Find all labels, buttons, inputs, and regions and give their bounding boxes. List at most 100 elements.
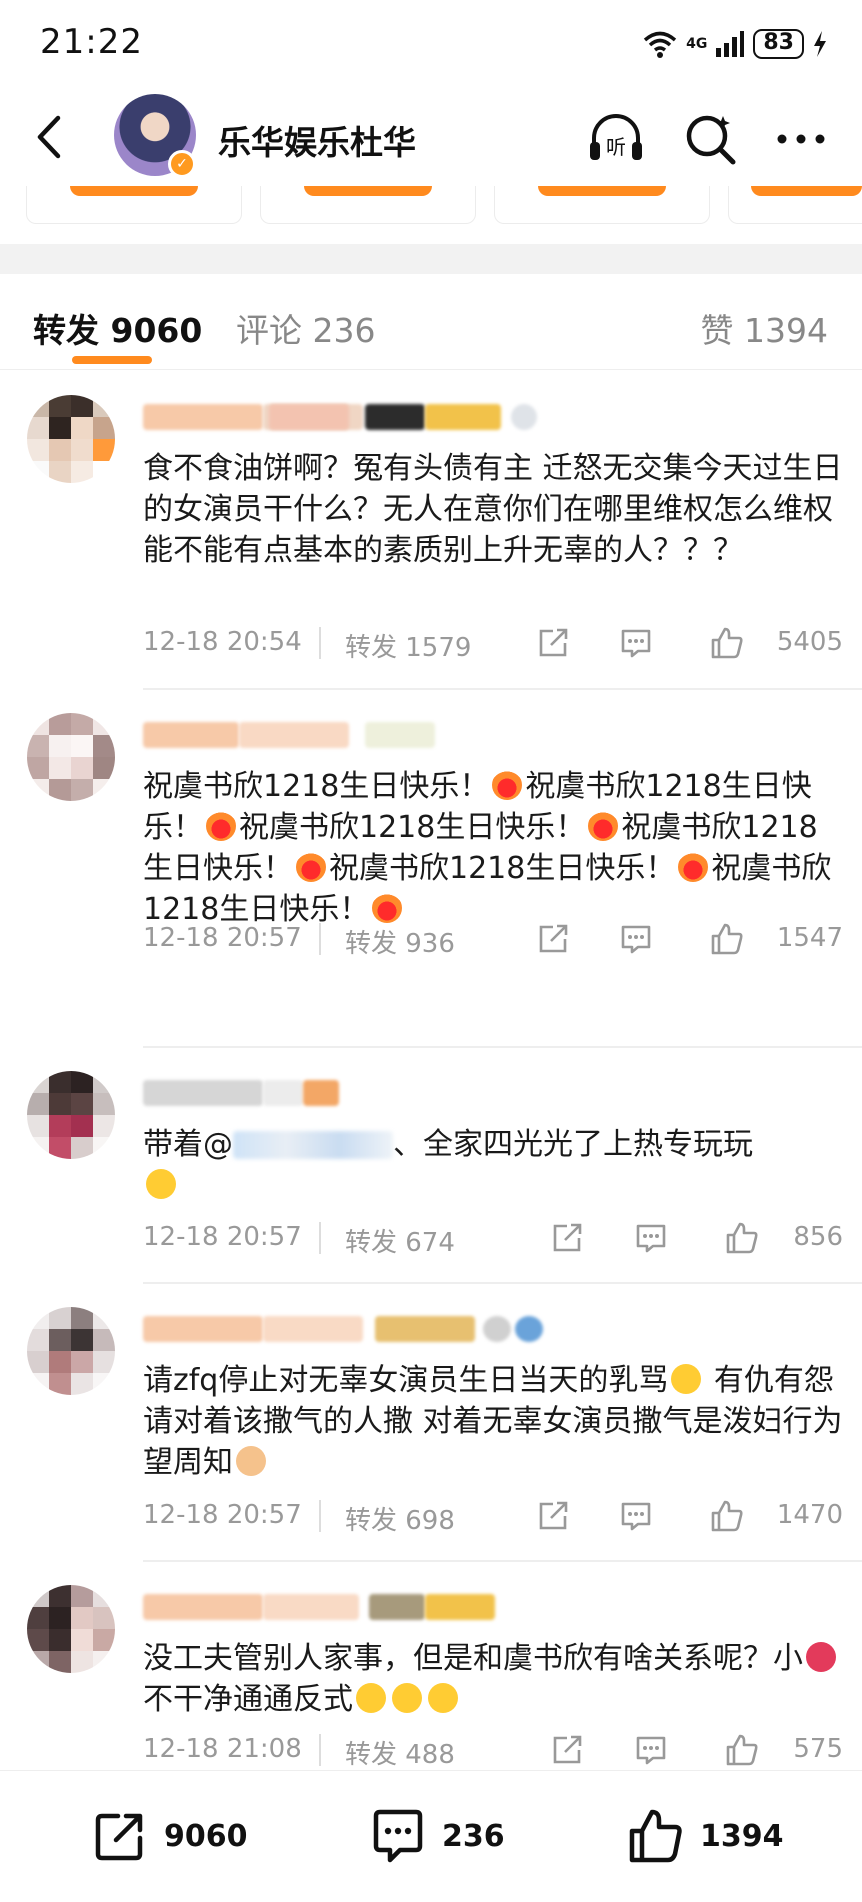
comment-icon (373, 1809, 423, 1863)
repost-total: 9060 (164, 1818, 248, 1854)
bottom-action-bar: 9060 236 1394 (0, 1770, 862, 1902)
like-icon[interactable] (709, 625, 745, 661)
share-icon[interactable] (535, 625, 571, 661)
like-icon[interactable] (724, 1220, 760, 1256)
comment-meta: 12-18 20:57 转发 698 1470 (143, 1490, 843, 1540)
username-blurred[interactable] (143, 1316, 543, 1342)
comment-text: 食不食油饼啊？冤有头债有主 迁怒无交集今天过生日的女演员干什么？无人在意你们在哪… (143, 451, 843, 568)
repost-count[interactable]: 转发 488 (345, 1734, 455, 1771)
comment-icon[interactable] (633, 1732, 669, 1768)
profile-card[interactable] (494, 186, 710, 224)
repost-count[interactable]: 转发 674 (345, 1222, 455, 1259)
fire-heart-icon (588, 811, 619, 841)
separator (319, 1734, 321, 1766)
comment-icon[interactable] (633, 1220, 669, 1256)
separator (319, 1222, 321, 1254)
comment-text-part: 带着@ (143, 1127, 233, 1162)
status-indicators: 4G 83 (642, 24, 828, 64)
comment-text-part: 请zfq停止对无辜女演员生日当天的乳骂 (143, 1363, 669, 1398)
zany-face-icon (356, 1683, 386, 1713)
birthday-wish: 祝虞书欣1218生日快乐！ (143, 769, 490, 804)
comment-time: 12-18 20:57 (143, 923, 302, 953)
like-count: 1470 (776, 1500, 843, 1530)
like-icon[interactable] (709, 921, 745, 957)
search-icon[interactable] (680, 108, 742, 170)
like-count: 856 (793, 1222, 843, 1252)
like-total: 1394 (700, 1818, 784, 1854)
username-blurred[interactable] (143, 1594, 523, 1620)
avatar[interactable] (27, 395, 115, 483)
comment-text: 没工夫管别人家事，但是和虞书欣有啥关系呢？小不干净通通反式 (143, 1638, 843, 1720)
app-header: ✓ 乐华娱乐杜华 听 (0, 90, 862, 188)
like-icon[interactable] (724, 1732, 760, 1768)
status-bar: 21:22 4G 83 (0, 0, 862, 90)
network-type: 4G (686, 36, 708, 52)
signal-icon (716, 31, 745, 57)
share-icon[interactable] (535, 1498, 571, 1534)
list-item[interactable]: 带着@ 、全家四光光了上热专玩玩 12-18 20:57 转发 674 856 (0, 1046, 862, 1282)
avatar[interactable] (27, 1585, 115, 1673)
listen-icon[interactable]: 听 (585, 108, 647, 170)
repost-count[interactable]: 转发 1579 (345, 627, 471, 664)
comment-meta: 12-18 20:57 转发 936 1547 (143, 913, 843, 963)
zany-face-icon (392, 1683, 422, 1713)
status-time: 21:22 (40, 22, 143, 62)
like-button[interactable]: 1394 (626, 1801, 784, 1871)
comment-text: 请zfq停止对无辜女演员生日当天的乳骂 有仇有怨请对着该撒气的人撒 对着无辜女演… (143, 1360, 843, 1483)
tab-likes[interactable]: 赞 1394 (701, 304, 828, 352)
comment-meta: 12-18 20:54 转发 1579 5405 (143, 617, 843, 667)
tab-reposts[interactable]: 转发 9060 (33, 304, 202, 352)
avatar[interactable] (27, 1071, 115, 1159)
list-item[interactable]: 请zfq停止对无辜女演员生日当天的乳骂 有仇有怨请对着该撒气的人撒 对着无辜女演… (0, 1282, 862, 1560)
comment-time: 12-18 21:08 (143, 1734, 302, 1764)
profile-card[interactable] (260, 186, 476, 224)
list-item[interactable]: 没工夫管别人家事，但是和虞书欣有啥关系呢？小不干净通通反式 12-18 21:0… (0, 1560, 862, 1770)
separator (319, 923, 321, 955)
like-icon[interactable] (709, 1498, 745, 1534)
avatar[interactable] (27, 1307, 115, 1395)
repost-count[interactable]: 转发 698 (345, 1500, 455, 1537)
profile-cards-strip (0, 186, 862, 226)
wifi-icon (643, 31, 677, 58)
comment-icon[interactable] (618, 921, 654, 957)
comment-text-part: 、全家四光光了上热专玩玩 (393, 1127, 753, 1162)
profile-card[interactable] (26, 186, 242, 224)
birthday-wish: 祝虞书欣1218生日快乐！ (239, 810, 586, 845)
avatar[interactable] (27, 713, 115, 801)
svg-text:听: 听 (606, 135, 626, 159)
share-icon[interactable] (549, 1732, 585, 1768)
birthday-wish: 祝虞书欣1218生日快乐！ (329, 851, 676, 886)
verified-badge-icon: ✓ (168, 150, 196, 178)
like-icon (629, 1809, 682, 1863)
comment-time: 12-18 20:54 (143, 627, 302, 657)
fire-heart-icon (296, 852, 326, 882)
username-blurred[interactable] (143, 722, 523, 748)
separator (319, 627, 321, 659)
like-count: 5405 (776, 627, 843, 657)
list-item[interactable]: 祝虞书欣1218生日快乐！ 祝虞书欣1218生日快乐！ 祝虞书欣1218生日快乐！祝… (0, 688, 862, 983)
tab-bar: 转发 9060 评论 236 赞 1394 (0, 274, 862, 370)
tab-comments[interactable]: 评论 236 (236, 304, 375, 352)
battery-level: 83 (753, 29, 804, 59)
repost-button[interactable]: 9060 (90, 1801, 248, 1871)
like-count: 575 (793, 1734, 843, 1764)
back-icon[interactable] (28, 112, 78, 162)
username-blurred[interactable] (143, 1080, 523, 1106)
comment-button[interactable]: 236 (368, 1801, 505, 1871)
comment-icon[interactable] (618, 625, 654, 661)
share-icon[interactable] (549, 1220, 585, 1256)
profile-card[interactable] (728, 186, 862, 224)
repost-count[interactable]: 转发 936 (345, 923, 455, 960)
comment-text-part: 不干净通通反式 (143, 1682, 353, 1717)
pointing-hand-icon (236, 1446, 266, 1476)
more-icon[interactable] (770, 108, 832, 170)
comment-meta: 12-18 21:08 转发 488 575 (143, 1724, 843, 1774)
mention-blurred[interactable] (233, 1131, 393, 1159)
list-item[interactable]: 食不食油饼啊？冤有头债有主 迁怒无交集今天过生日的女演员干什么？无人在意你们在哪… (0, 370, 862, 685)
comment-icon[interactable] (618, 1498, 654, 1534)
face-covering-mouth-icon (146, 1169, 176, 1199)
share-icon[interactable] (535, 921, 571, 957)
lips-icon (806, 1642, 836, 1672)
username-blurred[interactable] (143, 404, 537, 430)
charging-icon (814, 31, 826, 57)
